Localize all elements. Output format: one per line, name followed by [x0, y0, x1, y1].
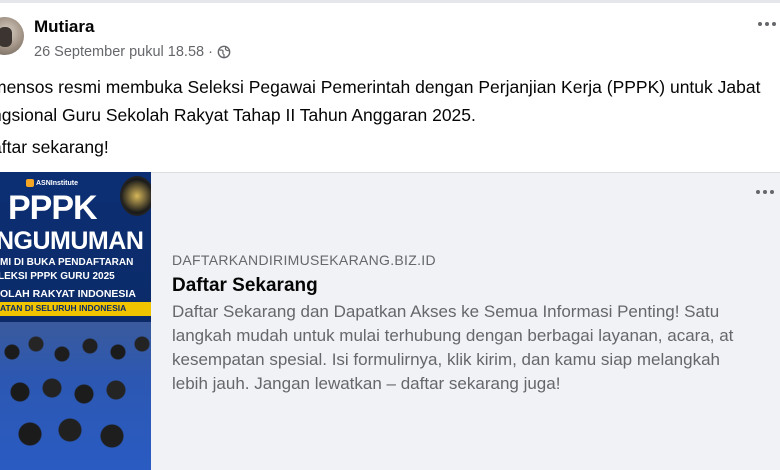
- post-timestamp[interactable]: 26 September pukul 18.58: [34, 44, 204, 60]
- link-options-icon[interactable]: [756, 190, 774, 194]
- post-cta: aftar sekarang!: [0, 137, 109, 157]
- description-line: langkah mudah untuk mulai terhubung deng…: [172, 326, 734, 345]
- avatar[interactable]: [0, 17, 24, 55]
- thumbnail-brand: ASNInstitute: [26, 179, 78, 187]
- thumbnail-headline: PPPK: [8, 189, 98, 227]
- thumbnail-announce: NGUMUMAN: [0, 227, 144, 255]
- post-text-line: ngsional Guru Sekolah Rakyat Tahap II Ta…: [0, 105, 476, 125]
- description-line: Daftar Sekarang dan Dapatkan Akses ke Se…: [172, 302, 720, 321]
- link-description: Daftar Sekarang dan Dapatkan Akses ke Se…: [172, 300, 780, 396]
- meta-separator: ·: [208, 44, 213, 60]
- thumbnail-line: OLAH RAKYAT INDONESIA: [0, 288, 136, 300]
- globe-icon[interactable]: [217, 45, 231, 59]
- link-thumbnail[interactable]: ASNInstitute PPPK NGUMUMAN MI DI BUKA PE…: [0, 172, 151, 470]
- thumbnail-line: ATAN DI SELURUH INDONESIA: [0, 303, 127, 313]
- thumbnail-line: MI DI BUKA PENDAFTARAN: [0, 257, 134, 268]
- description-line: kesempatan spesial. Isi formulirnya, kli…: [172, 350, 721, 369]
- post-text-line: mensos resmi membuka Seleksi Pegawai Pem…: [0, 77, 761, 97]
- author-name[interactable]: Mutiara: [34, 17, 94, 37]
- thumbnail-photo: [0, 322, 151, 470]
- link-domain: DAFTARKANDIRIMUSEKARANG.BIZ.ID: [172, 252, 436, 268]
- top-divider: [0, 0, 780, 3]
- description-line: lebih jauh. Jangan lewatkan – daftar sek…: [172, 374, 561, 393]
- post-text: mensos resmi membuka Seleksi Pegawai Pem…: [0, 73, 780, 129]
- emblem-icon: [120, 176, 151, 216]
- post-meta: 26 September pukul 18.58 ·: [34, 44, 231, 60]
- link-title[interactable]: Daftar Sekarang: [172, 275, 318, 297]
- thumbnail-line: LEKSI PPPK GURU 2025: [0, 271, 115, 282]
- more-options-icon[interactable]: [758, 22, 776, 26]
